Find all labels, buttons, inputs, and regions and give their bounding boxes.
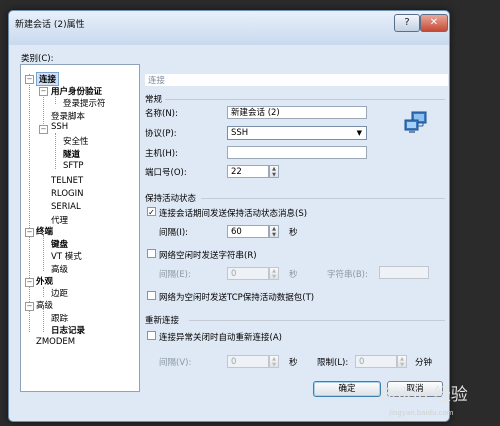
tree-item-zmodem[interactable]: ZMODEM <box>36 337 75 347</box>
collapse-icon[interactable]: − <box>25 278 34 287</box>
collapse-icon[interactable]: − <box>39 125 48 134</box>
group-divider <box>189 320 445 321</box>
tree-guide <box>43 287 44 297</box>
port-spinner[interactable]: ▲ ▼ <box>269 165 279 178</box>
string-label: 字符串(B): <box>327 270 368 280</box>
name-input[interactable]: 新建会话 (2) <box>227 106 367 119</box>
tcp-keepalive-checkbox[interactable] <box>147 291 156 300</box>
port-input[interactable]: 22 <box>227 165 269 178</box>
tree-item-terminal[interactable]: 终端 <box>36 225 53 237</box>
port-label: 端口号(O): <box>145 168 187 178</box>
group-divider <box>201 198 445 199</box>
tree-item-login-prompt[interactable]: 登录提示符 <box>63 97 106 109</box>
session-properties-dialog: 新建会话 (2)属性 ? ✕ 类别(C): − 连接 − 用户身份验证 登录提示… <box>8 10 450 422</box>
close-button[interactable]: ✕ <box>420 14 448 32</box>
keepalive-group-title: 保持活动状态 <box>145 194 197 204</box>
tree-item-login-script[interactable]: 登录脚本 <box>51 110 85 122</box>
string-interval-spinner[interactable]: ▲ ▼ <box>269 267 279 280</box>
tree-guide <box>55 133 56 169</box>
reconnect-interval-spinner[interactable]: ▲ ▼ <box>269 355 279 368</box>
tree-item-trace[interactable]: 跟踪 <box>51 312 68 324</box>
window-title: 新建会话 (2)属性 <box>15 20 85 30</box>
reconnect-interval-input[interactable]: 0 <box>227 355 269 368</box>
send-keepalive-label: 连接会话期间发送保持活动状态消息(S) <box>159 209 308 219</box>
category-tree[interactable]: − 连接 − 用户身份验证 登录提示符 登录脚本 − SSH 安全性 隧道 SF… <box>20 64 140 392</box>
protocol-label: 协议(P): <box>145 129 177 139</box>
seconds-label: 秒 <box>289 270 298 280</box>
keepalive-interval-spinner[interactable]: ▲ ▼ <box>269 225 279 238</box>
help-button[interactable]: ? <box>394 14 420 32</box>
category-label: 类别(C): <box>21 54 54 64</box>
reconnect-interval-label: 间隔(V): <box>159 358 192 368</box>
string-interval-label: 间隔(E): <box>159 270 191 280</box>
collapse-icon[interactable]: − <box>25 228 34 237</box>
panel-header: 连接 <box>145 74 448 86</box>
tree-item-user-auth[interactable]: 用户身份验证 <box>51 85 102 97</box>
reconnect-group-title: 重新连接 <box>145 316 180 326</box>
reconnect-limit-input[interactable]: 0 <box>355 355 397 368</box>
auto-reconnect-label: 连接异常关闭时自动重新连接(A) <box>159 333 282 343</box>
send-string-label: 网络空闲时发送字符串(R) <box>159 251 257 261</box>
title-bar: 新建会话 (2)属性 ? ✕ <box>9 11 449 45</box>
watermark-logo: Baidu 经验 <box>380 385 468 405</box>
network-computer-icon <box>404 111 427 133</box>
dropdown-arrow-icon: ▼ <box>356 129 362 137</box>
tree-guide <box>43 235 44 271</box>
tree-item-security[interactable]: 安全性 <box>63 135 89 147</box>
reconnect-limit-spinner[interactable]: ▲ ▼ <box>397 355 407 368</box>
tree-item-connection[interactable]: 连接 <box>36 72 60 86</box>
general-group-title: 常规 <box>145 95 163 105</box>
tree-item-vt-mode[interactable]: VT 模式 <box>51 250 82 262</box>
ok-button[interactable]: 确定 <box>313 381 381 397</box>
protocol-value: SSH <box>231 128 249 138</box>
string-input[interactable] <box>379 266 429 279</box>
protocol-select[interactable]: SSH ▼ <box>227 126 367 140</box>
watermark-url: jingyan.baidu.com <box>389 409 454 417</box>
tree-item-telnet[interactable]: TELNET <box>51 176 83 186</box>
keepalive-interval-label: 间隔(I): <box>159 228 189 238</box>
tree-item-logging[interactable]: 日志记录 <box>51 324 85 336</box>
reconnect-limit-label: 限制(L): <box>317 358 349 368</box>
tree-guide <box>55 97 56 104</box>
group-divider <box>165 99 445 100</box>
auto-reconnect-checkbox[interactable] <box>147 331 156 340</box>
tree-item-tunnel[interactable]: 隧道 <box>63 148 80 160</box>
tree-item-appearance[interactable]: 外观 <box>36 275 53 287</box>
collapse-icon[interactable]: − <box>39 87 48 96</box>
host-label: 主机(H): <box>145 149 178 159</box>
tree-item-serial[interactable]: SERIAL <box>51 202 81 212</box>
tree-item-margins[interactable]: 边距 <box>51 287 68 299</box>
keepalive-interval-input[interactable]: 60 <box>227 225 269 238</box>
string-interval-input[interactable]: 0 <box>227 267 269 280</box>
collapse-icon[interactable]: − <box>25 75 34 84</box>
settings-panel: 连接 常规 名称(N): 新建会话 (2) 协议(P): SSH ▼ 主机(H)… <box>143 64 449 390</box>
tcp-keepalive-label: 网络为空闲时发送TCP保持活动数据包(T) <box>159 293 315 303</box>
tree-item-terminal-advanced[interactable]: 高级 <box>51 263 68 275</box>
tree-item-keyboard[interactable]: 键盘 <box>51 238 68 250</box>
seconds-label: 秒 <box>289 228 298 238</box>
tree-item-rlogin[interactable]: RLOGIN <box>51 189 83 199</box>
tree-item-ssh[interactable]: SSH <box>51 122 68 132</box>
tree-item-sftp[interactable]: SFTP <box>63 161 83 171</box>
minutes-label: 分钟 <box>415 358 433 368</box>
collapse-icon[interactable]: − <box>25 302 34 311</box>
send-keepalive-checkbox[interactable]: ✓ <box>147 207 156 217</box>
tree-guide <box>43 309 44 332</box>
send-string-checkbox[interactable] <box>147 249 156 258</box>
host-input[interactable] <box>227 146 367 159</box>
name-label: 名称(N): <box>145 109 178 119</box>
seconds-label: 秒 <box>289 358 298 368</box>
tree-guide <box>29 74 30 332</box>
tree-item-advanced[interactable]: 高级 <box>36 299 53 311</box>
tree-item-proxy[interactable]: 代理 <box>51 214 68 226</box>
